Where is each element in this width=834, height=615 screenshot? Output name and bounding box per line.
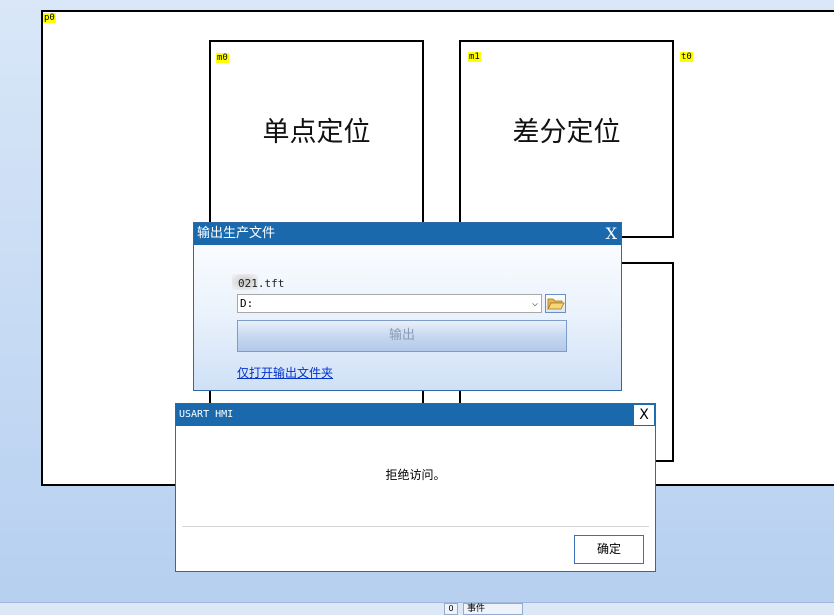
component-tag-t0: t0	[680, 52, 693, 62]
ok-button[interactable]: 确定	[574, 535, 644, 564]
output-path-value: D:	[240, 297, 254, 310]
status-cell-events[interactable]: 事件	[463, 603, 523, 615]
open-output-folder-link[interactable]: 仅打开输出文件夹	[237, 364, 333, 381]
export-button[interactable]: 输出	[237, 320, 567, 352]
error-message: 拒绝访问。	[385, 468, 446, 482]
differential-label: 差分定位	[512, 117, 621, 148]
error-close-button[interactable]: X	[634, 405, 654, 425]
component-tag-m1: m1	[468, 52, 481, 62]
button-single-point[interactable]: m0 单点定位	[209, 40, 424, 240]
button-differential[interactable]: m1 差分定位	[459, 40, 674, 238]
divider	[182, 526, 649, 527]
chevron-down-icon[interactable]: ⌵	[532, 295, 538, 312]
status-bar: 0 事件	[0, 602, 834, 615]
page-tag: p0	[43, 13, 56, 23]
export-dialog: 输出生产文件 X 021.tft D: ⌵ 输出 仅打开输出文件夹	[193, 222, 622, 391]
export-close-button[interactable]: X	[606, 223, 617, 245]
browse-folder-button[interactable]	[545, 294, 566, 313]
export-dialog-title: 输出生产文件	[197, 226, 276, 241]
output-path-select[interactable]: D: ⌵	[237, 294, 542, 313]
status-cell-zero[interactable]: 0	[444, 603, 458, 615]
folder-open-icon	[547, 298, 565, 310]
error-dialog: USART HMI X 拒绝访问。 确定	[175, 403, 656, 572]
component-tag-m0: m0	[216, 53, 229, 63]
output-filename: 021.tft	[238, 277, 285, 290]
error-dialog-title: USART HMI	[179, 409, 234, 420]
single-point-label: 单点定位	[262, 117, 371, 148]
error-dialog-titlebar: USART HMI X	[176, 404, 655, 426]
export-dialog-titlebar: 输出生产文件 X	[194, 223, 621, 245]
